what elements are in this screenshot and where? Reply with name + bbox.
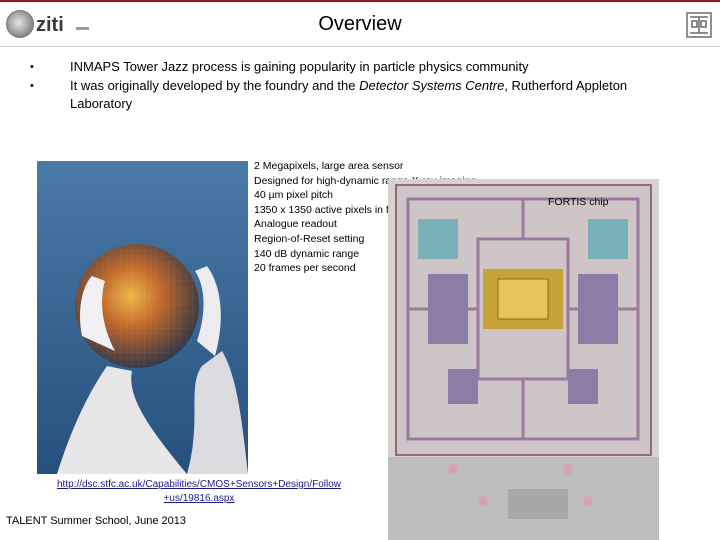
- wafer-photo: [37, 161, 248, 474]
- bullet-text-before: It was originally developed by the found…: [70, 77, 360, 93]
- chip-micrograph: [388, 179, 659, 540]
- bullet-text: INMAPS Tower Jazz process is gaining pop…: [70, 59, 529, 74]
- reference-link-line2[interactable]: +us/19816.aspx: [164, 493, 235, 504]
- reference-link[interactable]: http://dsc.stfc.ac.uk/Capabilities/CMOS+…: [14, 478, 384, 506]
- page-title: Overview: [318, 13, 402, 35]
- bullet-item: • It was originally developed by the fou…: [30, 77, 690, 114]
- bullet-dot-icon: •: [30, 61, 34, 73]
- bullet-dot-icon: •: [30, 79, 34, 92]
- footer-text: TALENT Summer School, June 2013: [6, 515, 186, 527]
- reference-link-line1[interactable]: http://dsc.stfc.ac.uk/Capabilities/CMOS+…: [57, 479, 341, 490]
- bullet-item: • INMAPS Tower Jazz process is gaining p…: [30, 58, 690, 77]
- chip-label: FORTIS chip: [548, 196, 609, 208]
- bullet-text-emphasis: Detector Systems Centre: [359, 77, 505, 93]
- header-divider: [0, 46, 720, 47]
- spec-line: 2 Megapixels, large area sensor: [254, 160, 404, 172]
- top-accent-bar: [0, 0, 720, 2]
- institute-logo-icon: [686, 12, 712, 38]
- bullet-list: • INMAPS Tower Jazz process is gaining p…: [30, 58, 690, 114]
